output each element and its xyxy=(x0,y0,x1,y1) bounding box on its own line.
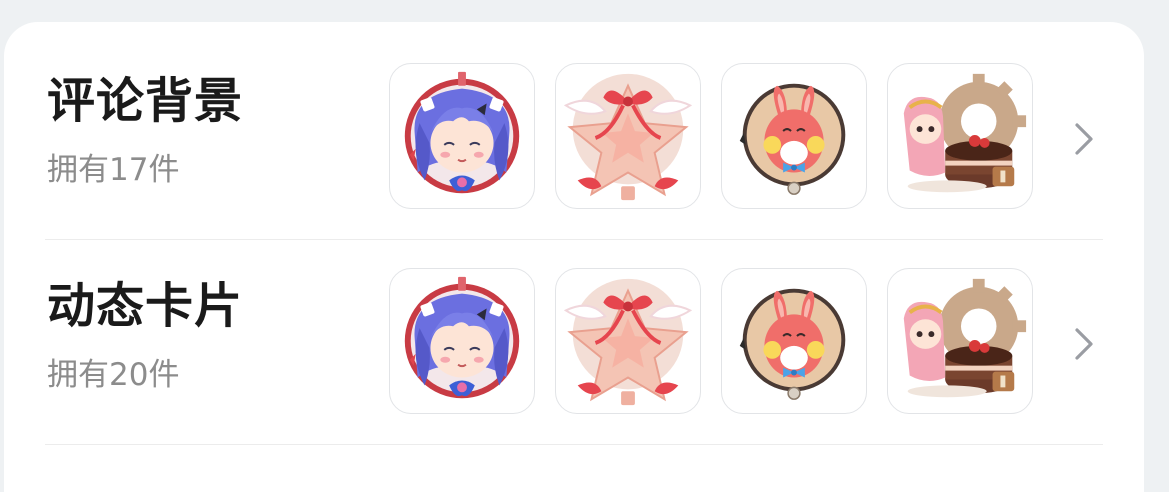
thumbnail-item[interactable] xyxy=(389,63,535,209)
row-count: 拥有17件 xyxy=(47,152,180,188)
anime-girl-avatar-icon xyxy=(403,275,521,400)
thumbnail-item[interactable] xyxy=(555,63,701,209)
thumbnail-item[interactable] xyxy=(887,63,1033,209)
chevron-right-icon[interactable] xyxy=(1068,324,1098,364)
ribbon-star-icon xyxy=(563,276,693,408)
thumbnail-item[interactable] xyxy=(887,268,1033,414)
thumbnail-item[interactable] xyxy=(389,268,535,414)
collection-row-dynamic-card[interactable]: 动态卡片 拥有20件 xyxy=(4,227,1144,432)
row-divider xyxy=(45,444,1103,445)
thumbnail-strip xyxy=(389,268,1033,414)
thumbnail-item[interactable] xyxy=(721,63,867,209)
anime-girl-avatar-icon xyxy=(403,70,521,195)
row-title: 评论背景 xyxy=(47,73,244,129)
ribbon-star-icon xyxy=(563,71,693,203)
thumbnail-item[interactable] xyxy=(555,268,701,414)
thumbnail-item[interactable] xyxy=(721,268,867,414)
thumbnail-strip xyxy=(389,63,1033,209)
rabbit-badge-icon xyxy=(738,82,847,196)
row-count: 拥有20件 xyxy=(47,357,180,393)
collection-card: 评论背景 拥有17件 动态卡片 拥有20件 xyxy=(4,22,1144,492)
collection-row-comment-background[interactable]: 评论背景 拥有17件 xyxy=(4,22,1144,227)
row-title: 动态卡片 xyxy=(47,278,244,334)
chevron-right-icon[interactable] xyxy=(1068,119,1098,159)
gear-cake-girl-icon xyxy=(901,71,1029,195)
gear-cake-girl-icon xyxy=(901,276,1029,400)
rabbit-badge-icon xyxy=(738,287,847,401)
